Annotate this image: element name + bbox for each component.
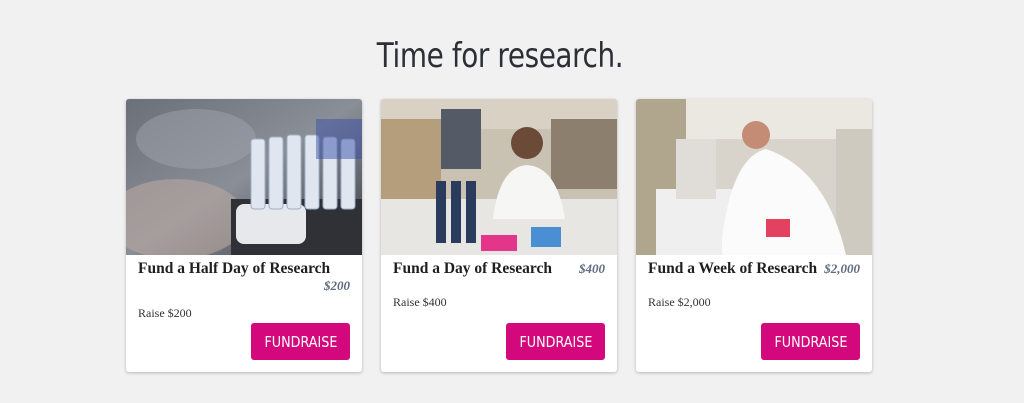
fundraise-button-label: FUNDRAISE	[518, 332, 592, 351]
card-title: Fund a Half Day of Research	[138, 260, 331, 277]
fundraise-button-label: FUNDRAISE	[263, 332, 337, 351]
card-raise-text: Raise $400	[393, 295, 447, 309]
card-title: Fund a Week of Research	[648, 260, 818, 277]
researcher-microscope-photo	[636, 99, 872, 255]
fundraise-button[interactable]: FUNDRAISE	[761, 323, 860, 360]
card-price: $2,000	[824, 261, 860, 276]
card-price: $400	[579, 261, 605, 276]
fundraise-card-week: Fund a Week of Research $2,000 Raise $2,…	[636, 99, 872, 372]
card-price: $200	[324, 278, 350, 293]
lab-test-tubes-photo	[126, 99, 362, 255]
card-raise-text: Raise $2,000	[648, 295, 711, 309]
page-title: Time for research.	[376, 36, 624, 76]
fundraise-button[interactable]: FUNDRAISE	[506, 323, 605, 360]
fundraise-card-day: Fund a Day of Research $400 Raise $400 F…	[381, 99, 617, 372]
card-title: Fund a Day of Research	[393, 260, 553, 277]
fundraise-options: Fund a Half Day of Research $200 Raise $…	[126, 99, 872, 374]
researcher-writing-photo	[381, 99, 617, 255]
card-raise-text: Raise $200	[138, 306, 192, 320]
fundraise-card-half-day: Fund a Half Day of Research $200 Raise $…	[126, 99, 362, 372]
fundraise-button-label: FUNDRAISE	[773, 332, 847, 351]
fundraise-button[interactable]: FUNDRAISE	[251, 323, 350, 360]
